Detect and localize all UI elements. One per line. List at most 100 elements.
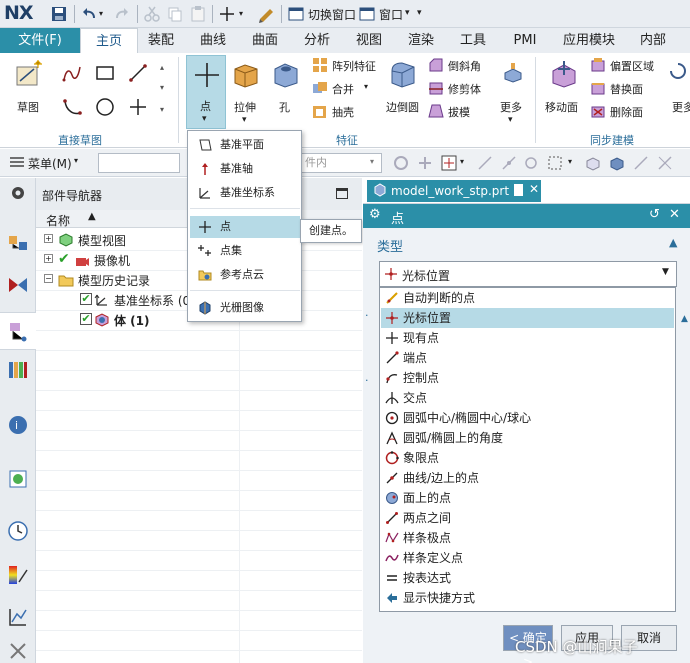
scope-dropdown-icon[interactable]: ▾ — [370, 157, 374, 166]
tab-internal[interactable]: 内部 — [630, 28, 676, 53]
snap-settings-icon[interactable] — [392, 154, 410, 172]
shell-button[interactable]: 抽壳 — [332, 104, 354, 120]
type-filter-combo[interactable] — [98, 153, 180, 173]
reset-icon[interactable]: ↺ — [649, 207, 660, 222]
expand-icon[interactable]: + — [44, 234, 53, 243]
visualization-palette-icon[interactable] — [7, 564, 29, 586]
draft-button[interactable]: 拔模 — [448, 104, 470, 120]
option-point-on-curve[interactable]: 曲线/边上的点 — [381, 468, 674, 488]
copy-icon[interactable] — [166, 5, 184, 23]
tab-file[interactable]: 文件(F) — [0, 28, 80, 53]
menu-item-datum-axis[interactable]: 基准轴 — [190, 158, 300, 180]
undo-dropdown-icon[interactable]: ▾ — [99, 9, 103, 18]
type-dropdown-arrow-icon[interactable]: ▼ — [662, 267, 669, 277]
expand-icon[interactable]: + — [44, 254, 53, 263]
visibility-checkbox[interactable]: ✔ — [80, 293, 92, 305]
redo-icon[interactable] — [113, 5, 131, 23]
menu-item-point-cloud[interactable]: 参考点云 — [190, 264, 300, 286]
sketch-scroll-down-icon[interactable]: ▾ — [160, 83, 164, 92]
sketch-button[interactable]: 草图 — [8, 57, 50, 119]
switch-window-icon[interactable] — [287, 5, 305, 23]
profile-icon[interactable] — [62, 63, 82, 83]
unite-button[interactable]: 合并 — [332, 81, 354, 97]
close-tab-icon[interactable]: ✕ — [529, 182, 539, 196]
visible-check-icon[interactable]: ✔ — [58, 251, 70, 267]
save-icon[interactable] — [50, 5, 68, 23]
menu-item-point[interactable]: 点 — [190, 216, 300, 238]
menu-icon[interactable] — [8, 153, 26, 171]
option-existing-point[interactable]: 现有点 — [381, 328, 674, 348]
customize-quickaccess-icon[interactable]: ▾ — [417, 8, 422, 18]
collapse-icon[interactable]: − — [44, 274, 53, 283]
menu-item-datum-plane[interactable]: 基准平面 — [190, 134, 300, 156]
web-browser-icon[interactable]: i — [7, 414, 29, 436]
delete-face-button[interactable]: 删除面 — [610, 104, 643, 120]
line-icon[interactable] — [128, 63, 148, 83]
type-dropdown[interactable]: 光标位置 ▼ — [379, 261, 677, 287]
tab-view[interactable]: 视图 — [348, 28, 390, 53]
history-globe-icon[interactable] — [7, 468, 29, 490]
extrude-dropdown-icon[interactable]: ▾ — [242, 115, 247, 125]
move-face-button[interactable]: 移动面 — [542, 57, 586, 119]
circle-icon[interactable] — [95, 97, 115, 117]
option-point-on-face[interactable]: 面上的点 — [381, 488, 674, 508]
rectangle-select-icon[interactable] — [546, 154, 564, 172]
repeat-command-icon[interactable] — [257, 5, 275, 23]
point-button[interactable]: 点 ▾ — [186, 55, 226, 129]
option-cursor-location[interactable]: 光标位置 — [381, 308, 674, 328]
point-snap-dropdown-icon[interactable]: ▾ — [460, 157, 464, 166]
option-show-shortcuts[interactable]: 显示快捷方式 — [381, 588, 674, 608]
part-navigator-tab[interactable] — [0, 312, 36, 350]
history-clock-icon[interactable] — [7, 520, 29, 542]
collapse-section-icon[interactable]: ▲ — [669, 236, 677, 249]
sketch-gallery-more-icon[interactable]: ▾ — [160, 105, 164, 114]
undo-icon[interactable] — [80, 5, 98, 23]
rectangle-select-dropdown-icon[interactable]: ▾ — [568, 157, 572, 166]
tab-home[interactable]: 主页 — [80, 28, 138, 53]
window-menu-button[interactable]: 窗口 — [379, 6, 403, 23]
tab-curve[interactable]: 曲线 — [192, 28, 234, 53]
midpoint-icon[interactable] — [500, 154, 518, 172]
feature-more-button[interactable]: 更多 ▾ — [496, 57, 528, 125]
menu-button[interactable]: 菜单(M) — [28, 155, 72, 172]
arc-icon[interactable] — [62, 97, 82, 117]
unite-dropdown-icon[interactable]: ▾ — [364, 82, 368, 91]
select-face-icon[interactable] — [584, 154, 602, 172]
add-icon[interactable] — [218, 5, 236, 23]
dialog-settings-icon[interactable]: ⚙ — [369, 207, 381, 222]
option-arc-center[interactable]: 圆弧中心/椭圆中心/球心 — [381, 408, 674, 428]
maximize-icon[interactable] — [336, 188, 348, 199]
snap-toggle-icon[interactable] — [416, 154, 434, 172]
option-inferred-point[interactable]: 自动判断的点 — [381, 288, 674, 308]
menu-item-point-set[interactable]: 点集 — [190, 240, 300, 262]
tab-assembly[interactable]: 装配 — [140, 28, 182, 53]
option-quadrant-point[interactable]: 象限点 — [381, 448, 674, 468]
option-endpoint[interactable]: 端点 — [381, 348, 674, 368]
rectangle-icon[interactable] — [95, 63, 115, 83]
select-body-icon[interactable] — [608, 154, 626, 172]
tab-pmi[interactable]: PMI — [504, 28, 546, 53]
point-dropdown-icon[interactable]: ▾ — [202, 114, 207, 124]
pattern-feature-button[interactable]: 阵列特征 — [332, 58, 376, 74]
select-curve-icon[interactable] — [656, 154, 674, 172]
replace-face-button[interactable]: 替换面 — [610, 81, 643, 97]
point-snap-icon[interactable] — [440, 154, 458, 172]
point-sketch-icon[interactable] — [128, 97, 148, 117]
endpoint-icon[interactable] — [476, 154, 494, 172]
chamfer-button[interactable]: 倒斜角 — [448, 58, 481, 74]
menu-item-raster-image[interactable]: 光栅图像 — [190, 297, 300, 319]
control-point-icon[interactable] — [522, 154, 540, 172]
menu-dropdown-icon[interactable]: ▾ — [74, 156, 78, 165]
window-dropdown-icon[interactable]: ▾ — [405, 8, 410, 18]
tab-analysis[interactable]: 分析 — [296, 28, 338, 53]
trim-body-button[interactable]: 修剪体 — [448, 81, 481, 97]
add-dropdown-icon[interactable]: ▾ — [239, 9, 243, 18]
sort-ascending-icon[interactable]: ▲ — [88, 211, 96, 222]
edge-blend-button[interactable]: 边倒圆 — [383, 57, 423, 119]
visibility-checkbox[interactable]: ✔ — [80, 313, 92, 325]
option-spline-defining-point[interactable]: 样条定义点 — [381, 548, 674, 568]
menu-item-datum-csys[interactable]: 基准坐标系 — [190, 182, 300, 204]
cut-icon[interactable] — [143, 5, 161, 23]
sketch-scroll-up-icon[interactable]: ▴ — [160, 63, 164, 72]
tab-application[interactable]: 应用模块 — [556, 28, 622, 53]
